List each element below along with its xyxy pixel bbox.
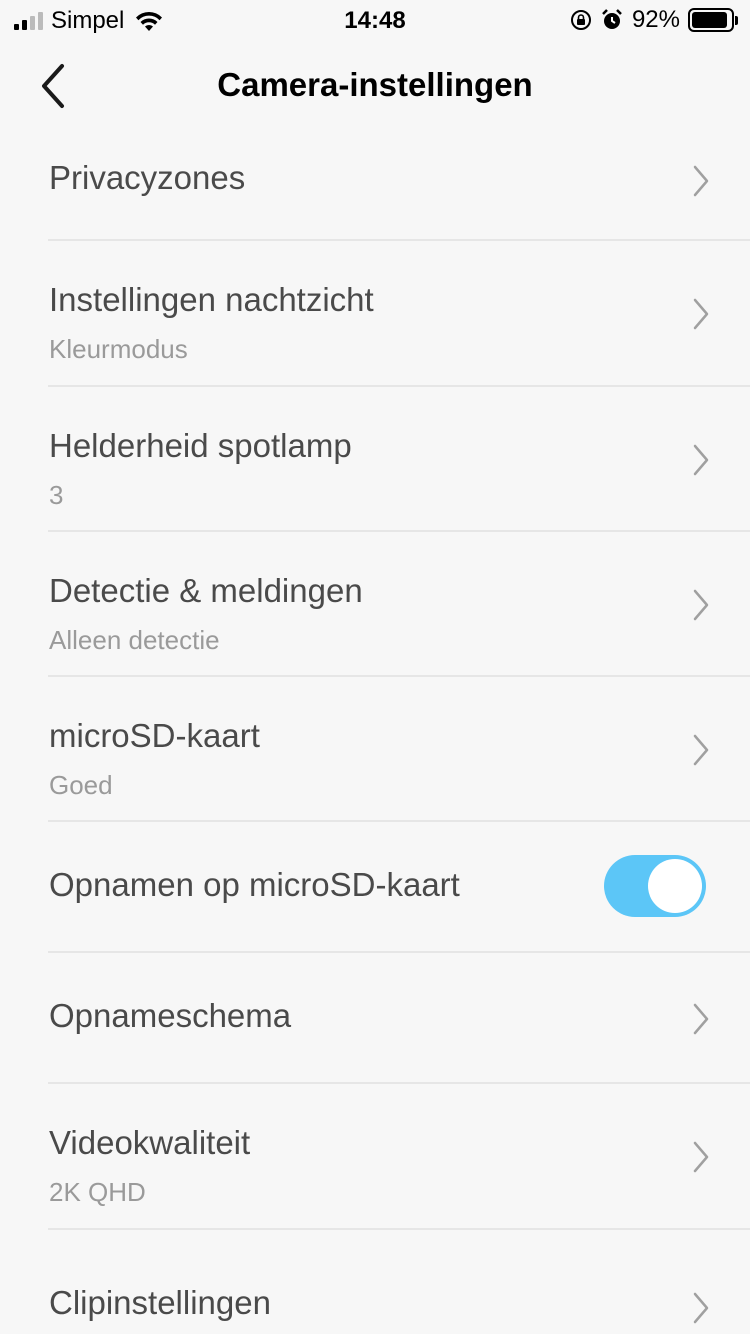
settings-row[interactable]: Opnamen op microSD-kaart	[0, 822, 750, 953]
battery-percent: 92%	[631, 6, 680, 33]
settings-row-subtitle: Kleurmodus	[49, 334, 188, 364]
settings-list: Privacyzones Instellingen nachtzicht Kleur…	[0, 115, 750, 1330]
chevron-right-icon	[693, 589, 709, 620]
battery-fill	[692, 12, 727, 28]
settings-row[interactable]: Opnameschema	[0, 953, 750, 1084]
recording-toggle[interactable]	[604, 854, 706, 917]
settings-row-subtitle: Alleen detectie	[49, 625, 220, 655]
settings-row-subtitle: Goed	[49, 770, 113, 800]
settings-row-title: Opnameschema	[49, 996, 292, 1034]
settings-row-title: Videokwaliteit	[49, 1124, 251, 1161]
toggle-knob	[648, 858, 702, 913]
status-right: 92%	[570, 6, 738, 34]
settings-row-title: Clipinstellingen	[49, 1284, 271, 1321]
settings-row[interactable]: Helderheid spotlamp 3	[0, 387, 750, 532]
chevron-right-icon	[693, 298, 709, 330]
settings-row-title: Instellingen nachtzicht	[49, 281, 374, 318]
settings-row-title: microSD-kaart	[49, 717, 260, 754]
chevron-right-icon	[693, 1292, 709, 1324]
chevron-right-icon	[693, 165, 709, 197]
status-bar: Simpel 14:48 92%	[0, 0, 750, 40]
settings-row-subtitle: 3	[49, 480, 64, 510]
chevron-right-icon	[693, 1003, 709, 1034]
settings-row-title: Opnamen op microSD-kaart	[49, 865, 460, 903]
rotation-lock-icon	[570, 10, 591, 30]
settings-row-title: Detectie & meldingen	[49, 572, 363, 609]
settings-row[interactable]: Detectie & meldingen Alleen detectie	[0, 532, 750, 677]
page-title: Camera-instellingen	[217, 66, 533, 103]
chevron-right-icon	[693, 1141, 709, 1173]
settings-row-title: Helderheid spotlamp	[49, 427, 352, 464]
settings-row[interactable]: Instellingen nachtzicht Kleurmodus	[0, 241, 750, 387]
settings-row[interactable]: Videokwaliteit 2K QHD	[0, 1084, 750, 1230]
chevron-right-icon	[693, 444, 709, 475]
alarm-icon	[602, 9, 622, 29]
settings-row-title: Privacyzones	[49, 159, 246, 196]
settings-row[interactable]: microSD-kaart Goed	[0, 677, 750, 822]
chevron-right-icon	[693, 734, 709, 765]
settings-row[interactable]: Privacyzones	[0, 115, 750, 241]
settings-row[interactable]: Clipinstellingen	[0, 1230, 750, 1330]
battery-icon	[688, 8, 738, 32]
settings-row-subtitle: 2K QHD	[49, 1177, 146, 1207]
